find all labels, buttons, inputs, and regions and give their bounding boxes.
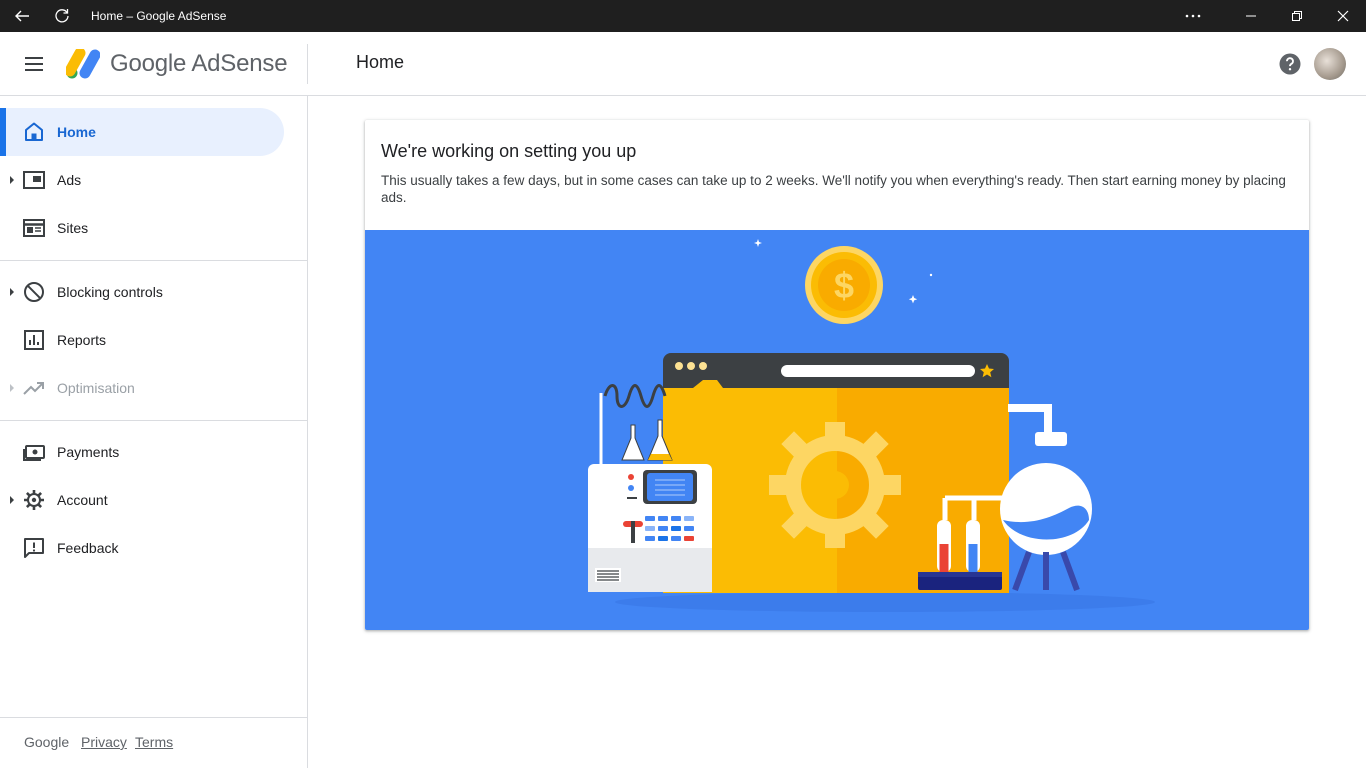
sidebar-item-payments[interactable]: Payments [0,428,284,476]
expand-arrow-icon[interactable] [10,496,14,504]
block-icon [24,282,44,302]
main-menu-button[interactable] [14,44,54,84]
help-button[interactable] [1278,52,1302,76]
window-title: Home – Google AdSense [91,9,227,23]
sidebar-item-sites[interactable]: Sites [0,204,284,252]
close-icon [1337,10,1349,22]
back-button[interactable] [8,0,36,32]
more-dots-icon [1185,14,1201,18]
minimize-button[interactable] [1228,0,1274,32]
sidebar-item-home[interactable]: Home [0,108,284,156]
sidebar-item-reports[interactable]: Reports [0,316,284,364]
sidebar-item-label: Feedback [57,540,119,556]
expand-arrow-icon[interactable] [10,176,14,184]
expand-arrow-icon[interactable] [10,384,14,392]
gear-icon [24,490,44,510]
reports-icon [24,330,44,350]
sidebar-item-label: Blocking controls [57,284,163,300]
sidebar-item-ads[interactable]: Ads [0,156,284,204]
adsense-logo[interactable]: Google AdSense [66,48,288,80]
header-divider [307,44,308,84]
nav-divider [0,420,307,421]
hamburger-menu-icon [25,57,43,71]
sidebar-footer: Google Privacy Terms [0,717,307,768]
feedback-icon [24,538,44,558]
card-title: We're working on setting you up [381,141,637,161]
account-avatar[interactable] [1314,48,1346,80]
help-icon [1279,53,1301,75]
nav-divider [0,260,307,261]
sidebar-item-label: Home [57,124,96,140]
sidebar-item-feedback[interactable]: Feedback [0,524,284,572]
window-titlebar: Home – Google AdSense [0,0,1366,32]
footer-google-label: Google [24,734,70,750]
home-icon [25,122,43,141]
restore-button[interactable] [1274,0,1320,32]
lab-illustration-image: $ [588,239,1155,612]
privacy-link[interactable]: Privacy [81,734,127,750]
minimize-icon [1246,15,1256,17]
adsense-logo-icon [66,49,100,79]
trending-icon [23,382,44,395]
sites-icon [23,219,45,237]
sidebar-item-blocking-controls[interactable]: Blocking controls [0,268,284,316]
setup-illustration: $ [365,230,1309,630]
payments-icon [23,445,45,461]
restore-icon [1292,11,1302,21]
brand-name: Google AdSense [110,50,288,77]
refresh-icon [55,9,69,23]
back-arrow-icon [15,10,29,22]
setup-status-card: We're working on setting you up This usu… [365,120,1309,630]
close-button[interactable] [1320,0,1366,32]
sidebar-item-label: Reports [57,332,107,348]
card-description: This usually takes a few days, but in so… [381,173,1286,205]
app-header: Google AdSense Home [0,32,1366,96]
sidebar-item-optimisation[interactable]: Optimisation [0,364,284,412]
page-title: Home [356,52,405,72]
sidebar-item-label: Sites [57,220,89,236]
sidebar-item-account[interactable]: Account [0,476,284,524]
refresh-button[interactable] [48,0,76,32]
svg-text:$: $ [834,265,854,306]
expand-arrow-icon[interactable] [10,288,14,296]
sidebar-item-label: Payments [57,444,120,460]
terms-link[interactable]: Terms [135,734,173,750]
ads-icon [23,171,45,189]
sidebar-nav: Home Ads Sites Blocking controls Reports… [0,96,308,768]
sidebar-item-label: Optimisation [57,380,135,396]
sidebar-item-label: Account [57,492,108,508]
sidebar-item-label: Ads [57,172,82,188]
more-button[interactable] [1176,0,1210,32]
